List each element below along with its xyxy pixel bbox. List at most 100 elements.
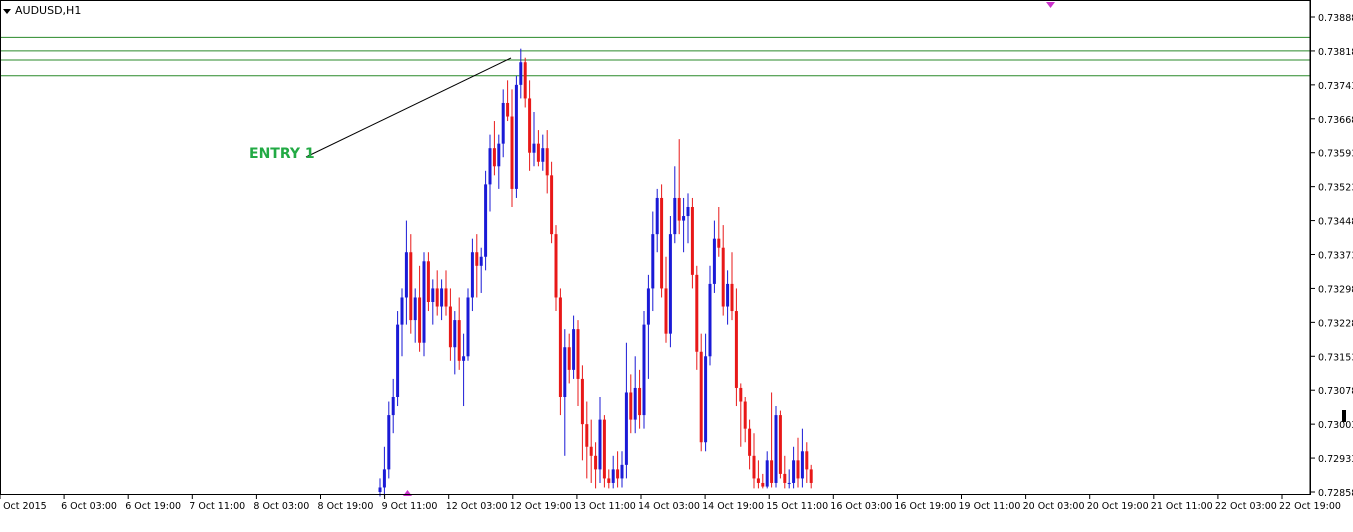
candle-body [796,460,800,479]
price-tick-label: 0.73818 [1318,47,1353,58]
price-tick-label: 0.73593 [1318,149,1353,160]
candle [602,415,606,488]
candle-body [585,424,589,447]
candle-body [484,184,488,257]
candle-body [435,288,439,307]
candle-body [576,329,580,379]
scroll-marker[interactable] [1342,410,1346,422]
candle-body [536,143,540,162]
candle-body [739,387,743,402]
time-tick-label: 12 Oct 19:00 [510,501,572,512]
time-tick-label: 16 Oct 19:00 [894,501,956,512]
candle-body [651,234,655,289]
time-tick-label: 9 Oct 11:00 [382,501,438,512]
time-tick-label: 15 Oct 11:00 [766,501,828,512]
candle-body [616,469,620,479]
candle-body [510,116,514,189]
candle-body [695,274,699,352]
candle-body [391,397,395,416]
candle-body [580,378,584,425]
chart-area[interactable]: ENTRY 1 0.73888 0.73818 0.73743 0.73668 0.73… [0,0,1353,527]
price-tick-label: 0.73523 [1318,183,1353,194]
candle-body [726,283,730,307]
dropdown-triangle-icon[interactable] [3,8,11,14]
candle [484,170,488,271]
candle-body [528,98,532,153]
time-tick-label: 14 Oct 03:00 [638,501,700,512]
price-chart[interactable]: ENTRY 1 0.73888 0.73818 0.73743 0.73668 0.73… [0,0,1353,527]
time-tick-label: 19 Oct 11:00 [959,501,1021,512]
candle-body [462,356,466,361]
candle-body [470,252,474,298]
symbol-header[interactable]: AUDUSD,H1 [3,4,81,17]
candle-body [611,469,615,483]
candle-body [633,387,637,420]
candle-body [708,283,712,357]
price-tick-label: 0.73373 [1318,251,1353,262]
candle-body [589,446,593,456]
time-tick-label: 22 Oct 03:00 [1215,501,1277,512]
candle-body [748,428,752,456]
candle-body [770,460,774,483]
candle-body [717,238,721,248]
candle-body [532,143,536,153]
time-tick-label: 22 Oct 19:00 [1279,501,1341,512]
time-tick-label: 20 Oct 03:00 [1023,501,1085,512]
time-tick-label: 20 Oct 19:00 [1087,501,1149,512]
candle-body [690,207,694,275]
candle-body [519,62,523,85]
price-tick-label: 0.73888 [1318,13,1353,24]
candle-body [387,415,391,470]
candle-body [642,324,646,416]
time-tick-label: 8 Oct 19:00 [318,501,374,512]
candle-body [572,329,576,370]
time-tick-label: 6 Oct 19:00 [125,501,181,512]
candle-body [563,347,567,397]
price-tick-label: 0.73448 [1318,217,1353,228]
price-tick-label: 0.73078 [1318,386,1353,397]
candle-body [673,197,677,235]
candle-body [646,288,650,325]
candle-body [638,387,642,416]
candle-body [774,415,778,483]
time-tick-label: 16 Oct 03:00 [830,501,892,512]
time-tick-label: 5 Oct 2015 [0,501,47,512]
candle-body [765,460,769,487]
candle [660,184,664,298]
candle [422,252,426,357]
candle [774,406,778,488]
candle-body [550,175,554,235]
candle-body [704,356,708,443]
candle [642,311,646,429]
candle-body [699,351,703,443]
candle-body [545,148,549,176]
candle-body [431,288,435,302]
price-tick-label: 0.73298 [1318,284,1353,295]
candle-body [752,455,756,479]
candle-body [809,469,813,483]
candle-body [501,102,505,144]
candle-body [422,261,426,343]
candle [690,197,694,289]
candle-body [677,197,681,221]
candle-body [457,320,461,361]
entry-label[interactable]: ENTRY 1 [249,146,315,162]
candle-body [488,148,492,185]
candle-body [396,324,400,397]
candle-body [466,297,470,357]
candle [396,311,400,407]
candle [778,410,782,479]
candle-body [554,234,558,298]
candle-body [404,252,408,298]
candle-body [629,392,633,420]
time-tick-label: 13 Oct 11:00 [574,501,636,512]
candle-body [783,473,787,483]
candle [514,75,518,198]
candle-body [453,320,457,348]
candle-body [682,216,686,221]
candle-body [686,207,690,217]
candle-body [413,297,417,321]
time-tick-label: 21 Oct 11:00 [1151,501,1213,512]
price-tick-label: 0.73153 [1318,352,1353,363]
candle-body [448,306,452,348]
